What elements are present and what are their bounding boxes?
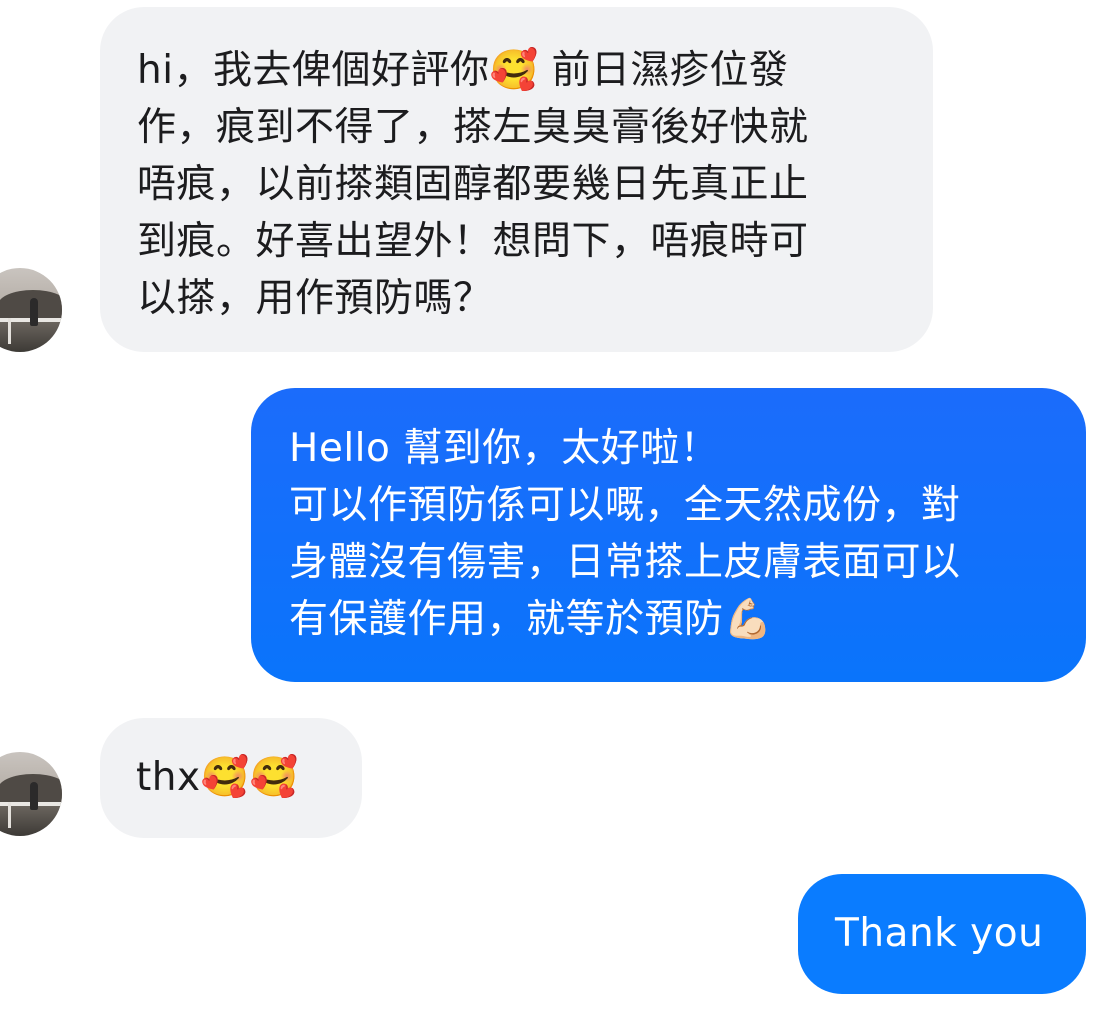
message-text-line: hi，我去俾個好評你🥰 前日濕疹位發 — [137, 48, 789, 93]
message-text-line: Thank you — [835, 911, 1044, 956]
sender-avatar[interactable] — [0, 268, 62, 352]
message-text-line: Hello 幫到你，太好啦！ — [289, 426, 720, 471]
message-bubble-incoming[interactable]: thx🥰🥰 — [100, 718, 362, 838]
message-text-line: 可以作預防係可以嘅，全天然成份，對 — [289, 483, 961, 528]
message-text-line: 身體沒有傷害，日常搽上皮膚表面可以 — [289, 540, 961, 585]
message-text-line: thx🥰🥰 — [136, 755, 299, 800]
avatar-photo-person — [30, 298, 38, 326]
message-bubble-incoming[interactable]: hi，我去俾個好評你🥰 前日濕疹位發 作，痕到不得了，搽左臭臭膏後好快就 唔痕，… — [100, 7, 933, 352]
message-text-line: 到痕。好喜出望外！想問下，唔痕時可 — [137, 219, 809, 264]
message-bubble-outgoing[interactable]: Hello 幫到你，太好啦！ 可以作預防係可以嘅，全天然成份，對 身體沒有傷害，… — [251, 388, 1086, 682]
avatar-photo-post — [8, 802, 11, 828]
message-text-line: 作，痕到不得了，搽左臭臭膏後好快就 — [137, 105, 809, 150]
message-bubble-outgoing[interactable]: Thank you — [798, 874, 1086, 994]
message-text-line: 唔痕，以前搽類固醇都要幾日先真正止 — [137, 162, 809, 207]
message-text-line: 以搽，用作預防嗎？ — [137, 276, 493, 321]
avatar-photo-person — [30, 782, 38, 810]
avatar-photo-post — [8, 318, 11, 344]
message-text-line: 有保護作用，就等於預防💪🏻 — [289, 597, 773, 642]
sender-avatar[interactable] — [0, 752, 62, 836]
